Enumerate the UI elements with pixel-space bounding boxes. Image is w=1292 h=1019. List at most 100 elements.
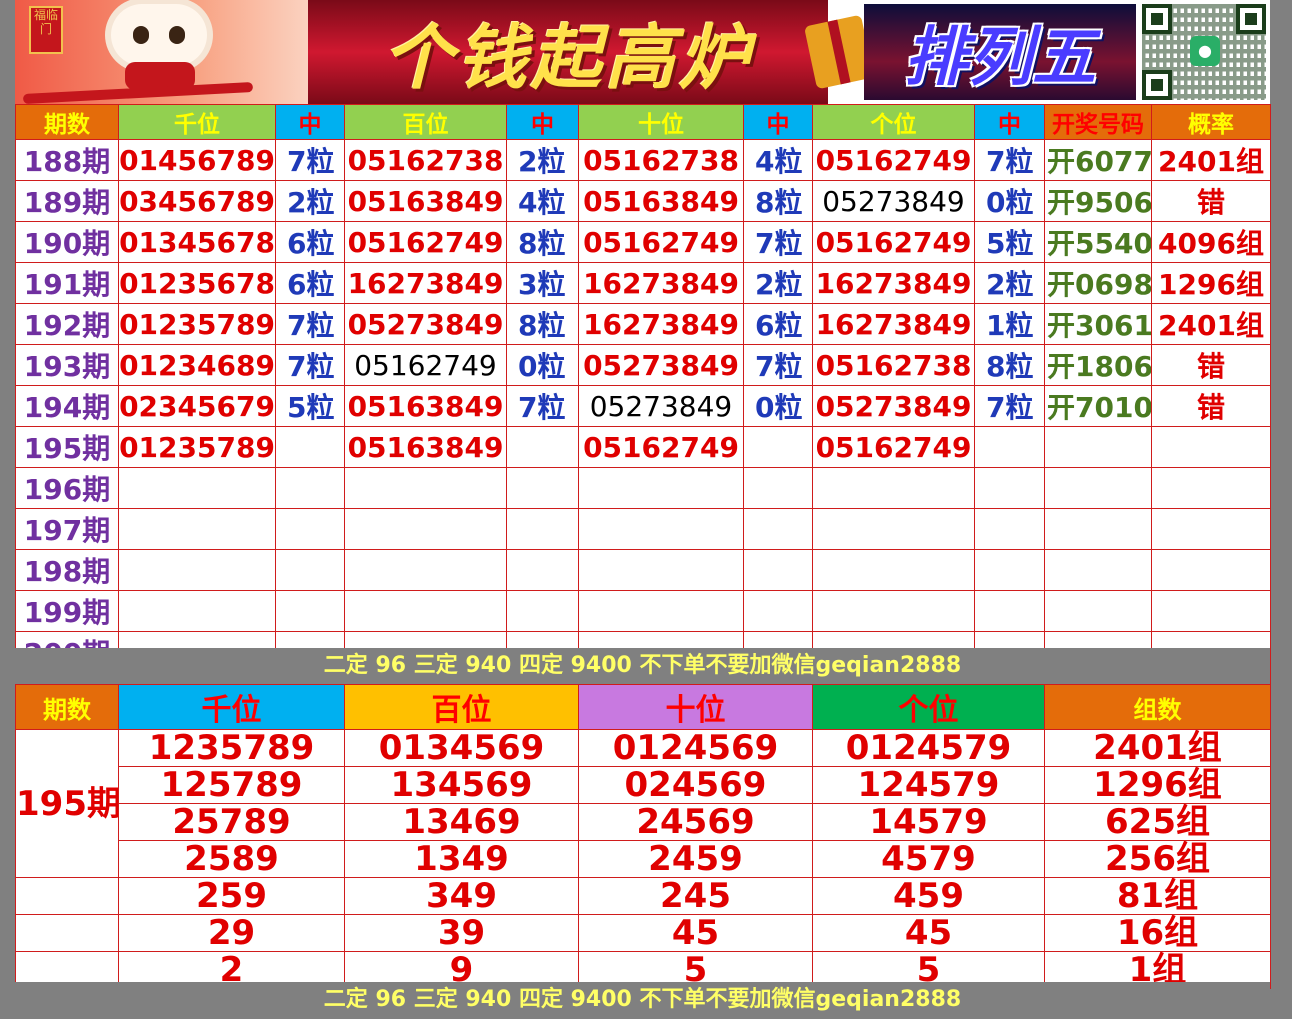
tens-cell: 16273849 <box>578 262 744 304</box>
tens-hit-cell: 2粒 <box>743 262 813 304</box>
probability-cell: 2401组 <box>1151 303 1271 345</box>
thousands-hit-cell: 7粒 <box>275 139 345 181</box>
wechat-icon: ● <box>1190 36 1220 66</box>
tens-cell <box>578 590 744 632</box>
promo-message: 二定 96 三定 940 四定 9400 不下单不要加微信geqian2888 <box>15 648 1270 684</box>
thousands-cell <box>118 467 276 509</box>
thousands-cell <box>118 590 276 632</box>
history-row: 197期 <box>15 508 1271 550</box>
prediction-row: 259 349 245 459 81组 <box>15 877 1271 915</box>
units-hit-cell: 0粒 <box>974 180 1045 222</box>
thousands-cell: 01235678 <box>118 262 276 304</box>
tens-digits-cell: 0124569 <box>578 729 813 767</box>
thousands-cell: 01345678 <box>118 221 276 263</box>
hundreds-hit-cell <box>506 426 579 468</box>
hundreds-hit-cell: 0粒 <box>506 344 579 386</box>
period-blank-cell <box>15 914 119 952</box>
probability-cell <box>1151 467 1271 509</box>
thousands-hit-cell: 7粒 <box>275 344 345 386</box>
units-cell: 05273849 <box>812 180 975 222</box>
thousands-cell <box>118 508 276 550</box>
hundreds-hit-cell: 4粒 <box>506 180 579 222</box>
hundreds-cell: 05162738 <box>344 139 507 181</box>
units-cell: 05162749 <box>812 426 975 468</box>
thousands-cell: 01235789 <box>118 303 276 345</box>
hundreds-cell: 05162749 <box>344 344 507 386</box>
units-digits-cell: 459 <box>812 877 1045 915</box>
hundreds-cell: 05163849 <box>344 385 507 427</box>
units-cell: 05162749 <box>812 221 975 263</box>
hundreds-cell: 05163849 <box>344 180 507 222</box>
thousands-digits-cell: 259 <box>118 877 345 915</box>
probability-cell: 错 <box>1151 385 1271 427</box>
draw-number-cell: 开7010 <box>1044 385 1152 427</box>
tens-cell: 05162749 <box>578 221 744 263</box>
tens-digits-cell: 245 <box>578 877 813 915</box>
units-cell: 05162738 <box>812 344 975 386</box>
units-digits-cell: 14579 <box>812 803 1045 841</box>
probability-cell <box>1151 426 1271 468</box>
tens-hit-cell <box>743 426 813 468</box>
thousands-hit-cell: 7粒 <box>275 303 345 345</box>
hundreds-digits-cell: 0134569 <box>344 729 579 767</box>
tens-hit-cell: 7粒 <box>743 344 813 386</box>
hundreds-digits-cell: 13469 <box>344 803 579 841</box>
history-row: 191期 01235678 6粒 16273849 3粒 16273849 2粒 162738… <box>15 262 1271 304</box>
draw-number-cell: 开0698 <box>1044 262 1152 304</box>
hundreds-cell <box>344 467 507 509</box>
probability-cell: 1296组 <box>1151 262 1271 304</box>
units-hit-cell: 5粒 <box>974 221 1045 263</box>
hundreds-hit-cell: 3粒 <box>506 262 579 304</box>
units-hit-cell: 1粒 <box>974 303 1045 345</box>
probability-cell: 4096组 <box>1151 221 1271 263</box>
prediction-row: 125789 134569 024569 124579 1296组 <box>16 766 1271 804</box>
hundreds-hit-cell <box>506 467 579 509</box>
hundreds-digits-cell: 39 <box>344 914 579 952</box>
history-row: 190期 01345678 6粒 05162749 8粒 05162749 7粒 051627… <box>15 221 1271 263</box>
units-cell <box>812 549 975 591</box>
group-count-cell: 1296组 <box>1044 766 1271 804</box>
history-row: 198期 <box>15 549 1271 591</box>
draw-number-cell: 开9506 <box>1044 180 1152 222</box>
group-count-cell: 16组 <box>1044 914 1271 952</box>
banner-title-game: 排列五 <box>864 4 1136 100</box>
period-cell: 198期 <box>15 549 119 591</box>
period-cell: 189期 <box>15 180 119 222</box>
thousands-cell <box>118 549 276 591</box>
period-cell: 193期 <box>15 344 119 386</box>
tens-cell: 05273849 <box>578 344 744 386</box>
hundreds-cell: 05273849 <box>344 303 507 345</box>
units-hit-cell <box>974 426 1045 468</box>
units-hit-cell <box>974 549 1045 591</box>
units-cell: 16273849 <box>812 262 975 304</box>
header-hit: 中 <box>974 104 1045 140</box>
thousands-hit-cell <box>275 426 345 468</box>
units-digits-cell: 124579 <box>812 766 1045 804</box>
hundreds-hit-cell: 8粒 <box>506 221 579 263</box>
header-thousands: 千位 <box>118 684 345 730</box>
draw-number-cell <box>1044 549 1152 591</box>
sheep-mascot-image: 福临门 <box>15 0 308 104</box>
wechat-qr-code: ● <box>1138 0 1270 104</box>
units-cell <box>812 467 975 509</box>
thousands-digits-cell: 2589 <box>118 840 345 878</box>
lottery-sheet: 福临门 个钱起高炉 排列五 ● 期数 千位 中 百位 中 十位 中 个位 中 开… <box>15 0 1271 1019</box>
prediction-row: 2589 1349 2459 4579 256组 <box>16 840 1271 878</box>
hundreds-cell <box>344 508 507 550</box>
header-units: 个位 <box>812 684 1045 730</box>
period-cell: 192期 <box>15 303 119 345</box>
prediction-row: 29 39 45 45 16组 <box>15 914 1271 952</box>
units-hit-cell <box>974 590 1045 632</box>
tens-hit-cell <box>743 467 813 509</box>
thousands-cell: 01234689 <box>118 344 276 386</box>
thousands-hit-cell: 6粒 <box>275 262 345 304</box>
prediction-period-cell: 195期 <box>15 729 119 878</box>
prediction-row: 25789 13469 24569 14579 625组 <box>16 803 1271 841</box>
tens-cell: 05162738 <box>578 139 744 181</box>
hundreds-cell: 05162749 <box>344 221 507 263</box>
period-cell: 191期 <box>15 262 119 304</box>
period-cell: 195期 <box>15 426 119 468</box>
header-probability: 概率 <box>1151 104 1271 140</box>
thousands-hit-cell <box>275 508 345 550</box>
units-cell <box>812 508 975 550</box>
